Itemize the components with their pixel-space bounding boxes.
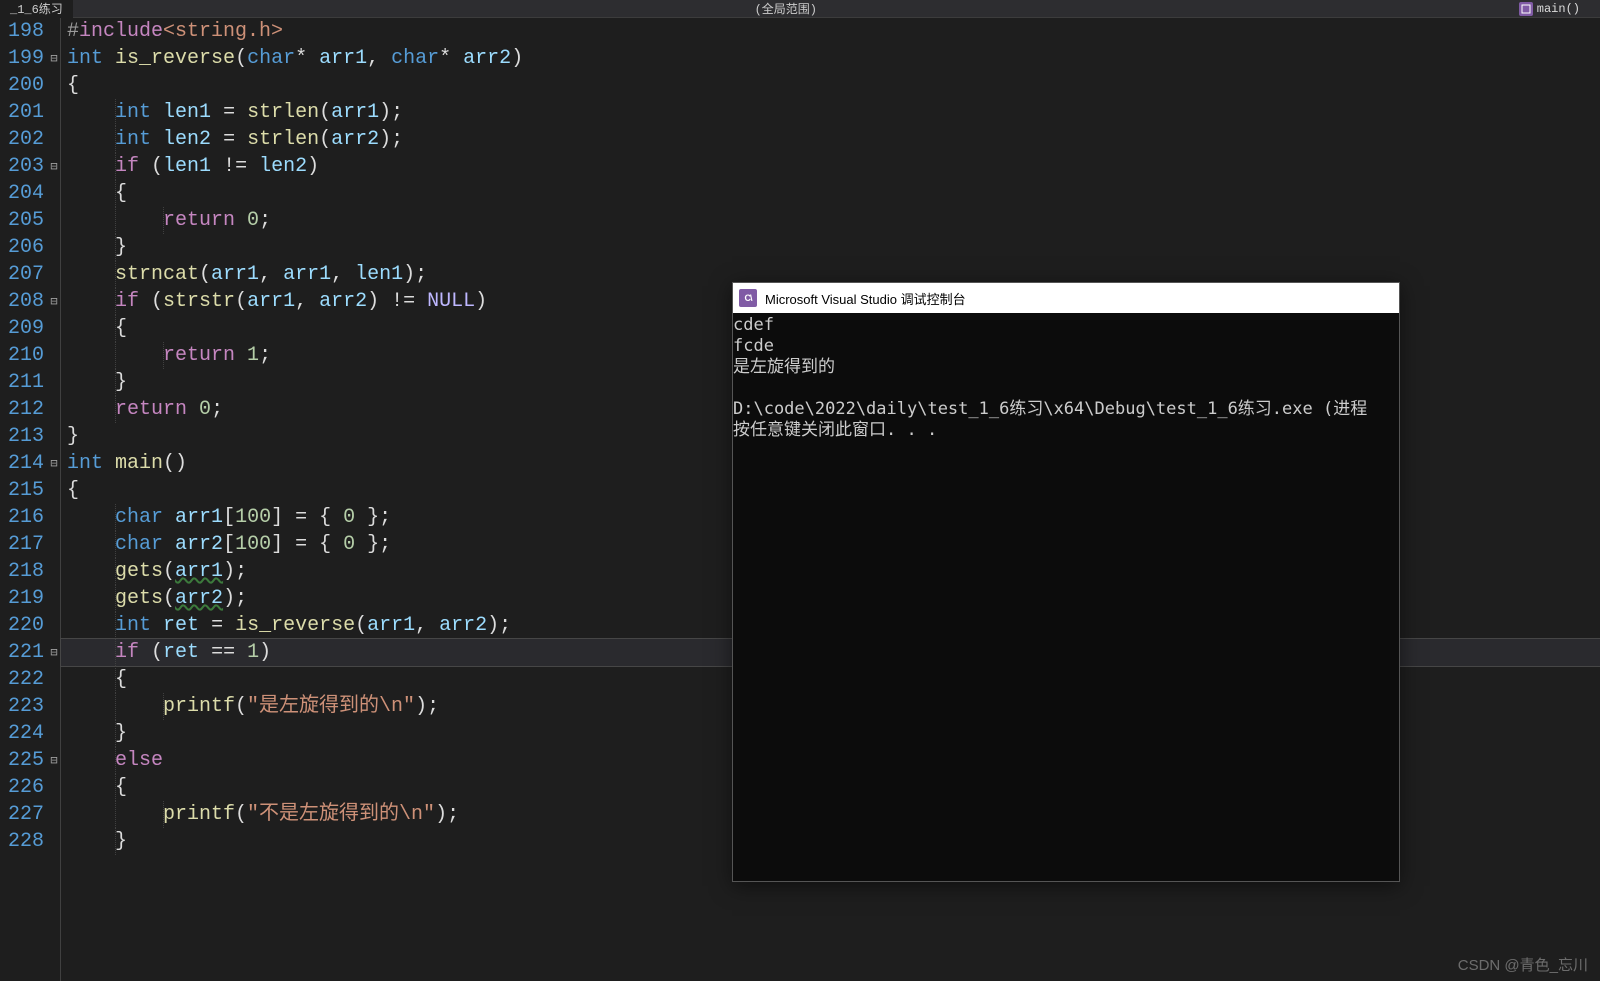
line-number: 215 [0,477,44,504]
line-number: 222 [0,666,44,693]
line-number: 200 [0,72,44,99]
line-number: 221 [0,639,44,666]
line-number: 199 [0,45,44,72]
code-line[interactable]: if (len1 != len2) [61,153,1600,180]
function-icon [1519,2,1533,16]
line-number: 198 [0,18,44,45]
line-number: 209 [0,315,44,342]
console-title-text: Microsoft Visual Studio 调试控制台 [765,289,966,308]
line-number: 204 [0,180,44,207]
fold-toggle-icon[interactable]: ⊟ [48,159,60,174]
line-number: 219 [0,585,44,612]
line-number: 225 [0,747,44,774]
code-line[interactable]: return 0; [61,207,1600,234]
line-number: 212 [0,396,44,423]
top-bar: _1_6练习 (全局范围) main() [0,0,1600,18]
file-tab[interactable]: _1_6练习 [0,0,73,18]
scope-label: (全局范围) [755,3,817,17]
line-number: 214 [0,450,44,477]
fold-toggle-icon[interactable]: ⊟ [48,456,60,471]
line-number: 203 [0,153,44,180]
line-number: 205 [0,207,44,234]
line-number: 220 [0,612,44,639]
fold-column[interactable]: ⊟ ⊟ ⊟ ⊟ ⊟ ⊟ [48,18,60,981]
file-tab-label: _1_6练习 [10,0,63,17]
line-number: 228 [0,828,44,855]
line-number: 224 [0,720,44,747]
line-number: 202 [0,126,44,153]
code-line[interactable]: { [61,72,1600,99]
line-number: 206 [0,234,44,261]
console-titlebar[interactable]: C\ Microsoft Visual Studio 调试控制台 [733,283,1399,313]
fold-toggle-icon[interactable]: ⊟ [48,753,60,768]
code-line[interactable]: int len1 = strlen(arr1); [61,99,1600,126]
line-number-gutter: 1981992002012022032042052062072082092102… [0,18,48,981]
line-number: 210 [0,342,44,369]
line-number: 207 [0,261,44,288]
fold-toggle-icon[interactable]: ⊟ [48,645,60,660]
vs-icon: C\ [739,289,757,307]
line-number: 226 [0,774,44,801]
fold-toggle-icon[interactable]: ⊟ [48,294,60,309]
console-output: cdef fcde 是左旋得到的 D:\code\2022\daily\test… [733,313,1399,441]
code-line[interactable]: #include<string.h> [61,18,1600,45]
function-dropdown[interactable]: main() [1499,2,1600,16]
code-line[interactable]: int len2 = strlen(arr2); [61,126,1600,153]
fold-toggle-icon[interactable]: ⊟ [48,51,60,66]
line-number: 223 [0,693,44,720]
line-number: 208 [0,288,44,315]
line-number: 216 [0,504,44,531]
code-line[interactable]: { [61,180,1600,207]
line-number: 201 [0,99,44,126]
line-number: 211 [0,369,44,396]
code-editor[interactable]: 1981992002012022032042052062072082092102… [0,18,1600,981]
debug-console-window[interactable]: C\ Microsoft Visual Studio 调试控制台 cdef fc… [732,282,1400,882]
line-number: 213 [0,423,44,450]
line-number: 217 [0,531,44,558]
watermark-text: CSDN @青色_忘川 [1458,954,1588,975]
scope-dropdown[interactable]: (全局范围) [743,0,829,17]
line-number: 227 [0,801,44,828]
function-label: main() [1537,2,1580,16]
code-line[interactable]: int is_reverse(char* arr1, char* arr2) [61,45,1600,72]
line-number: 218 [0,558,44,585]
code-line[interactable]: } [61,234,1600,261]
